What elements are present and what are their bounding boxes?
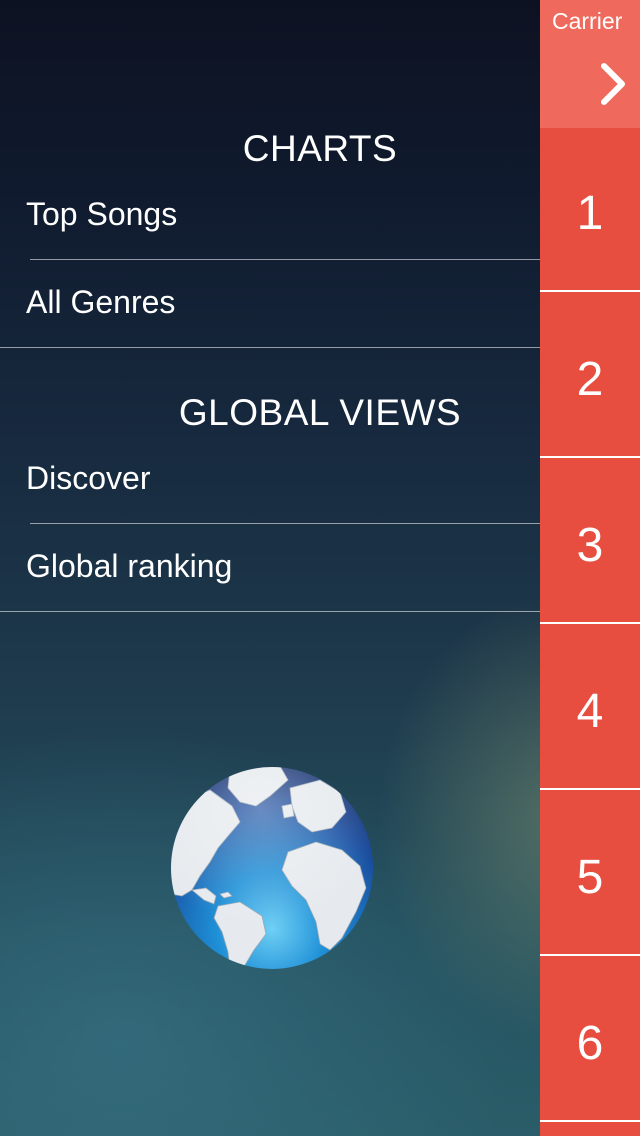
rank-cell[interactable]: 6 — [540, 958, 640, 1122]
globe-icon — [171, 767, 373, 969]
rank-number: 6 — [576, 1017, 604, 1070]
section-divider — [0, 611, 540, 612]
side-menu: CHARTS Top Songs All Genres GLOBAL VIEWS… — [0, 0, 540, 1136]
rank-header: Carrier — [540, 0, 640, 128]
rank-number: 5 — [576, 851, 604, 904]
menu-item-all-genres[interactable]: All Genres — [0, 260, 540, 348]
chevron-right-icon[interactable] — [596, 62, 636, 106]
menu-item-global-ranking[interactable]: Global ranking — [0, 524, 540, 612]
rank-column: Carrier 1 2 3 4 5 6 — [540, 0, 640, 1136]
rank-cell[interactable]: 1 — [540, 128, 640, 292]
carrier-label: Carrier — [552, 8, 623, 34]
rank-number: 4 — [576, 685, 604, 738]
section-header-global-views: GLOBAL VIEWS — [178, 392, 462, 433]
rank-cell[interactable]: 5 — [540, 792, 640, 956]
rank-cell[interactable]: 4 — [540, 626, 640, 790]
rank-cell[interactable]: 3 — [540, 460, 640, 624]
menu-item-top-songs[interactable]: Top Songs — [0, 172, 540, 260]
rank-number: 3 — [576, 519, 604, 572]
menu-item-label: Global ranking — [26, 548, 233, 584]
section-header-charts: CHARTS — [242, 128, 398, 169]
rank-cell[interactable]: 2 — [540, 294, 640, 458]
menu-item-label: Discover — [26, 460, 151, 496]
rank-number: 1 — [576, 187, 604, 240]
section-divider — [0, 347, 540, 348]
app-screen: CHARTS Top Songs All Genres GLOBAL VIEWS… — [0, 0, 640, 1136]
menu-item-label: Top Songs — [26, 196, 178, 232]
rank-number: 2 — [576, 353, 604, 406]
menu-item-discover[interactable]: Discover — [0, 436, 540, 524]
menu-item-label: All Genres — [26, 284, 176, 320]
